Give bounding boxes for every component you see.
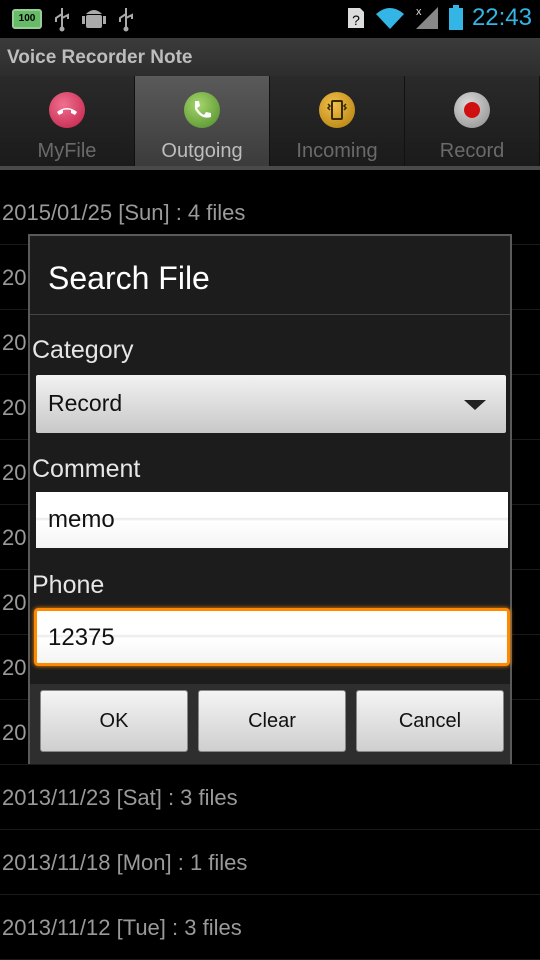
phone-input[interactable]: 12375: [34, 608, 510, 666]
list-item-text: 2013/11/12 [Tue] : 3 files: [2, 915, 242, 940]
dialog-button-bar: OK Clear Cancel: [30, 684, 510, 764]
list-item[interactable]: 2013/11/23 [Sat] : 3 files: [0, 765, 540, 830]
usb-icon: [55, 8, 69, 32]
svg-text:x: x: [416, 6, 422, 18]
list-item[interactable]: 2013/11/12 [Tue] : 3 files: [0, 895, 540, 960]
status-right-icons: ? x 22:43: [346, 4, 532, 32]
comment-value: memo: [48, 506, 115, 533]
record-icon: [454, 92, 490, 128]
dropdown-arrow-icon: [464, 400, 486, 410]
search-file-dialog: Search File Category Record Comment memo…: [28, 234, 512, 764]
vibrate-icon: [319, 92, 355, 128]
list-item[interactable]: 2013/11/18 [Mon] : 1 files: [0, 830, 540, 895]
phone-label: Phone: [32, 571, 105, 599]
category-value: Record: [48, 390, 123, 416]
tab-incoming[interactable]: Incoming: [270, 76, 405, 170]
tab-record[interactable]: Record: [405, 76, 540, 170]
tab-myfile[interactable]: MyFile: [0, 76, 135, 170]
list-item-text: 2015/01/25 [Sun] : 4 files: [2, 200, 246, 225]
wifi-icon: [375, 8, 404, 29]
cancel-button[interactable]: Cancel: [356, 690, 504, 752]
status-time: 22:43: [471, 4, 532, 31]
tab-label: Record: [439, 140, 505, 162]
tab-underline: [0, 166, 540, 170]
ok-button[interactable]: OK: [40, 690, 188, 752]
usb-icon: [119, 8, 133, 32]
battery-100-icon: 100: [12, 9, 42, 29]
status-bar: 100 ? x 22:43: [0, 0, 540, 38]
phone-outgoing-icon: [184, 92, 220, 128]
category-select[interactable]: Record: [36, 375, 506, 433]
clear-button[interactable]: Clear: [198, 690, 346, 752]
dialog-divider: [30, 314, 510, 315]
tab-label: Outgoing: [161, 140, 243, 162]
list-item-text: 2013/11/18 [Mon] : 1 files: [2, 850, 248, 875]
tab-label: Incoming: [296, 140, 378, 162]
status-left-icons: 100: [12, 6, 136, 32]
sim-unknown-icon: ?: [347, 8, 364, 28]
android-debug-icon: [82, 10, 106, 28]
phone-value: 12375: [48, 624, 115, 651]
battery-icon: [448, 5, 463, 30]
signal-icon: x: [415, 6, 438, 29]
phone-hangup-icon: [49, 92, 85, 128]
comment-input[interactable]: memo: [36, 492, 508, 548]
comment-label: Comment: [32, 455, 141, 483]
list-item-text: 2013/11/23 [Sat] : 3 files: [2, 785, 238, 810]
app-title-bar: Voice Recorder Note: [0, 38, 540, 76]
tab-label: MyFile: [37, 140, 97, 162]
category-label: Category: [32, 336, 134, 364]
dialog-title: Search File: [48, 260, 210, 296]
tab-outgoing[interactable]: Outgoing: [135, 76, 270, 170]
app-title: Voice Recorder Note: [7, 47, 193, 68]
svg-text:?: ?: [352, 12, 360, 28]
tab-bar: MyFile Outgoing Incoming Record: [0, 76, 540, 170]
